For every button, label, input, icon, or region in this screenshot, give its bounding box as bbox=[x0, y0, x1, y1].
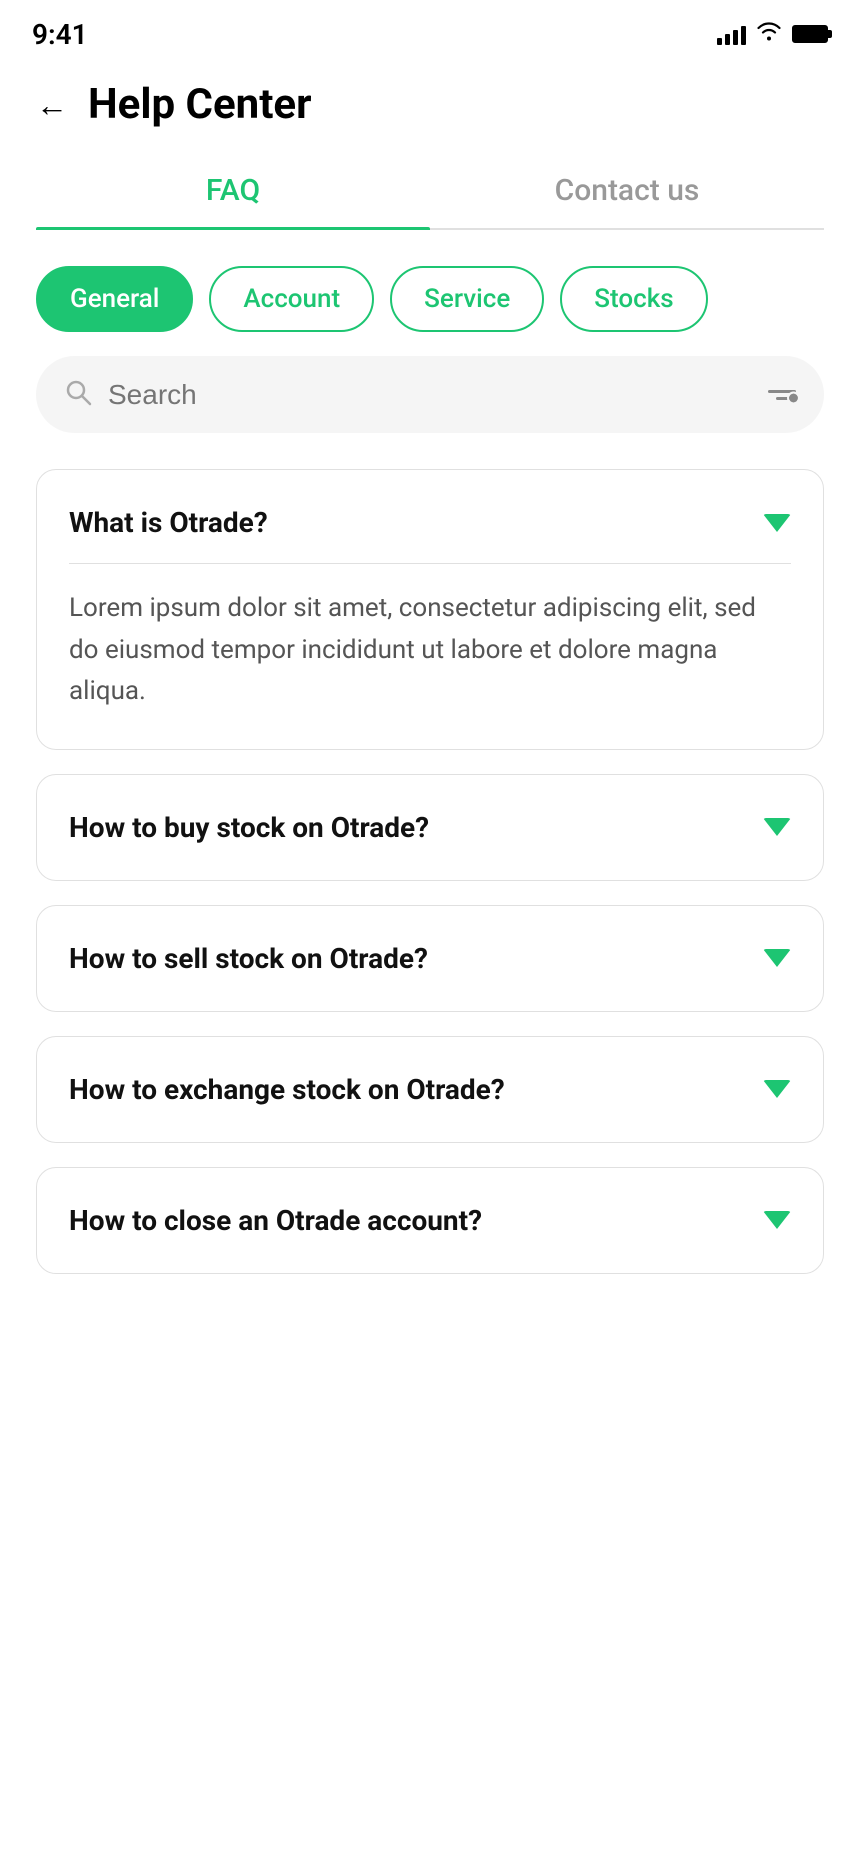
chevron-down-icon-1 bbox=[763, 514, 791, 532]
faq-question-4: How to exchange stock on Otrade? bbox=[69, 1073, 763, 1106]
faq-answer-1: Lorem ipsum dolor sit amet, consectetur … bbox=[69, 588, 791, 713]
faq-question-5: How to close an Otrade account? bbox=[69, 1204, 763, 1237]
faq-item-3[interactable]: How to sell stock on Otrade? bbox=[36, 905, 824, 1012]
faq-header-2: How to buy stock on Otrade? bbox=[69, 811, 791, 844]
chevron-down-icon-4 bbox=[763, 1080, 791, 1098]
back-button[interactable]: ← bbox=[36, 89, 68, 121]
search-icon bbox=[64, 378, 92, 411]
tabs-container: FAQ Contact us bbox=[36, 153, 824, 230]
tab-contact[interactable]: Contact us bbox=[430, 153, 824, 228]
faq-question-1: What is Otrade? bbox=[69, 506, 763, 539]
search-input[interactable] bbox=[108, 379, 752, 411]
categories-container: General Account Service Stocks bbox=[0, 230, 860, 356]
chevron-down-icon-2 bbox=[763, 818, 791, 836]
status-time: 9:41 bbox=[32, 18, 88, 51]
category-general[interactable]: General bbox=[36, 266, 193, 332]
status-icons bbox=[717, 21, 828, 47]
faq-question-3: How to sell stock on Otrade? bbox=[69, 942, 763, 975]
faq-list: What is Otrade? Lorem ipsum dolor sit am… bbox=[0, 469, 860, 1274]
faq-divider-1 bbox=[69, 563, 791, 564]
battery-icon bbox=[792, 25, 828, 43]
wifi-icon bbox=[756, 21, 782, 47]
faq-item-2[interactable]: How to buy stock on Otrade? bbox=[36, 774, 824, 881]
signal-icon bbox=[717, 23, 746, 45]
tab-faq[interactable]: FAQ bbox=[36, 153, 430, 228]
faq-header-3: How to sell stock on Otrade? bbox=[69, 942, 791, 975]
filter-icon[interactable] bbox=[768, 390, 796, 400]
header: ← Help Center bbox=[0, 60, 860, 153]
faq-item-1[interactable]: What is Otrade? Lorem ipsum dolor sit am… bbox=[36, 469, 824, 750]
category-stocks[interactable]: Stocks bbox=[560, 266, 707, 332]
faq-question-2: How to buy stock on Otrade? bbox=[69, 811, 763, 844]
faq-header-4: How to exchange stock on Otrade? bbox=[69, 1073, 791, 1106]
faq-item-4[interactable]: How to exchange stock on Otrade? bbox=[36, 1036, 824, 1143]
status-bar: 9:41 bbox=[0, 0, 860, 60]
page-title: Help Center bbox=[88, 80, 312, 129]
faq-header-5: How to close an Otrade account? bbox=[69, 1204, 791, 1237]
search-bar[interactable] bbox=[36, 356, 824, 433]
chevron-down-icon-5 bbox=[763, 1211, 791, 1229]
chevron-down-icon-3 bbox=[763, 949, 791, 967]
category-account[interactable]: Account bbox=[209, 266, 374, 332]
category-service[interactable]: Service bbox=[390, 266, 544, 332]
faq-item-5[interactable]: How to close an Otrade account? bbox=[36, 1167, 824, 1274]
faq-header-1: What is Otrade? bbox=[69, 506, 791, 539]
